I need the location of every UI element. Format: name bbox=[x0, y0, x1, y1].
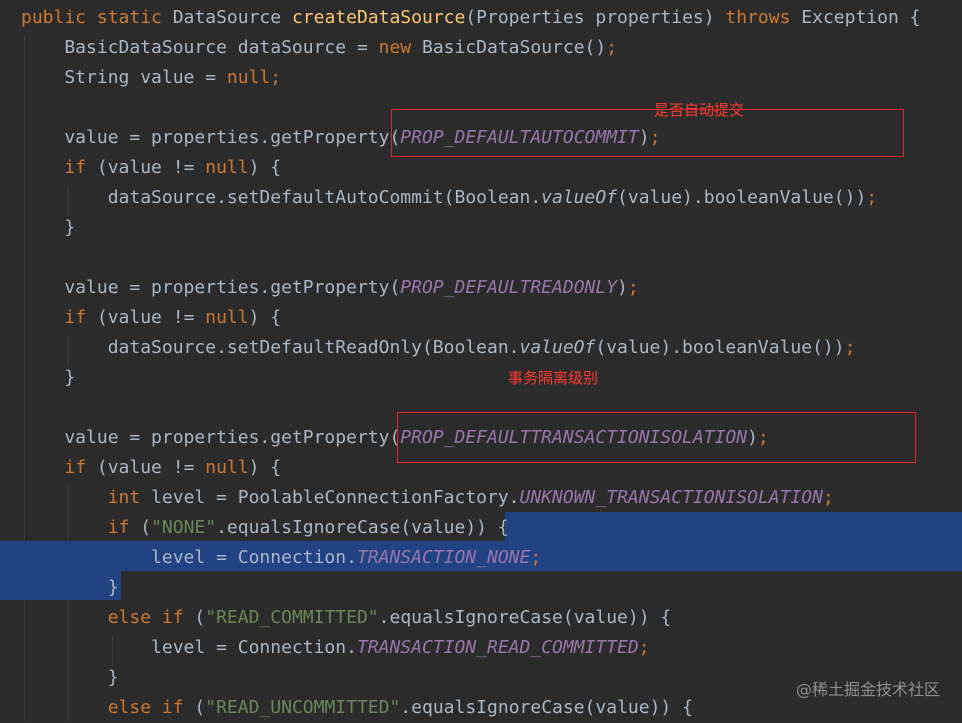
code-token: } bbox=[21, 217, 76, 238]
code-line[interactable]: if (value != null) { bbox=[0, 153, 962, 183]
code-line[interactable]: int level = PoolableConnectionFactory.UN… bbox=[0, 483, 962, 513]
watermark: @稀土掘金技术社区 bbox=[795, 680, 940, 699]
code-token: String value = bbox=[21, 67, 227, 88]
code-line[interactable]: } bbox=[0, 363, 962, 393]
code-line[interactable]: String value = null; bbox=[0, 63, 962, 93]
code-line[interactable]: dataSource.setDefaultAutoCommit(Boolean.… bbox=[0, 183, 962, 213]
code-token: DataSource bbox=[172, 7, 292, 28]
isolation-highlight-box bbox=[397, 412, 916, 463]
code-token: (value != bbox=[96, 157, 206, 178]
autocommit-highlight-box bbox=[391, 109, 904, 157]
code-token: .equalsIgnoreCase(value)) { bbox=[378, 607, 672, 628]
code-token: ) { bbox=[248, 157, 282, 178]
code-token: (value).booleanValue()) bbox=[617, 187, 867, 208]
code-token: ; bbox=[866, 187, 878, 208]
code-line[interactable]: level = Connection.TRANSACTION_READ_COMM… bbox=[0, 633, 962, 663]
code-token: (Properties properties) bbox=[465, 7, 726, 28]
code-token: ; bbox=[606, 37, 618, 58]
code-token: ; bbox=[638, 637, 650, 658]
code-line[interactable]: if ("NONE".equalsIgnoreCase(value)) { bbox=[0, 513, 962, 543]
code-token: ( bbox=[140, 517, 152, 538]
code-token: ) { bbox=[248, 307, 282, 328]
code-token: } bbox=[21, 367, 76, 388]
code-token: TRANSACTION_READ_COMMITTED bbox=[356, 637, 639, 658]
code-token: ; bbox=[627, 277, 639, 298]
code-line[interactable] bbox=[0, 243, 962, 273]
code-token: BasicDataSource dataSource = bbox=[21, 37, 379, 58]
code-token: level = PoolableConnectionFactory. bbox=[151, 487, 520, 508]
code-token: createDataSource bbox=[291, 7, 466, 28]
code-line[interactable]: if (value != null) { bbox=[0, 303, 962, 333]
code-token: dataSource.setDefaultReadOnly(Boolean. bbox=[21, 337, 520, 358]
code-line[interactable]: public static DataSource createDataSourc… bbox=[0, 3, 962, 33]
code-token: ; bbox=[530, 547, 542, 568]
code-line[interactable]: else if ("READ_COMMITTED".equalsIgnoreCa… bbox=[0, 603, 962, 633]
code-token: (value != bbox=[96, 307, 206, 328]
code-token: .equalsIgnoreCase(value)) { bbox=[216, 517, 509, 538]
code-token: (value != bbox=[96, 457, 206, 478]
code-token: null bbox=[205, 307, 249, 328]
code-token: throws bbox=[725, 7, 802, 28]
code-token: ) bbox=[617, 277, 628, 298]
code-token: if bbox=[64, 157, 97, 178]
code-token: ( bbox=[194, 697, 206, 718]
code-token: .equalsIgnoreCase(value)) { bbox=[400, 697, 693, 718]
code-line[interactable]: } bbox=[0, 573, 962, 603]
code-token: else if bbox=[107, 697, 195, 718]
code-token: (value).booleanValue()) bbox=[595, 337, 845, 358]
code-token: } bbox=[21, 577, 119, 598]
code-editor[interactable]: public static DataSource createDataSourc… bbox=[0, 0, 962, 721]
code-token: if bbox=[107, 517, 141, 538]
code-token: UNKNOWN_TRANSACTIONISOLATION bbox=[519, 487, 823, 508]
code-token: new bbox=[378, 37, 422, 58]
code-token: value = properties.getProperty( bbox=[21, 427, 401, 448]
code-token: level = Connection. bbox=[21, 547, 357, 568]
code-token: "NONE" bbox=[151, 517, 217, 538]
code-line[interactable]: dataSource.setDefaultReadOnly(Boolean.va… bbox=[0, 333, 962, 363]
code-token: else if bbox=[107, 607, 195, 628]
code-token: public static bbox=[21, 7, 173, 28]
code-token: valueOf bbox=[541, 187, 618, 208]
code-line[interactable]: level = Connection.TRANSACTION_NONE; bbox=[0, 543, 962, 573]
code-line[interactable]: } bbox=[0, 213, 962, 243]
code-token: Exception { bbox=[801, 7, 921, 28]
code-token: BasicDataSource() bbox=[421, 37, 607, 58]
code-token: value = properties.getProperty( bbox=[21, 277, 401, 298]
code-token: } bbox=[21, 667, 119, 688]
code-token: ) { bbox=[248, 457, 282, 478]
code-token: "READ_COMMITTED" bbox=[205, 607, 379, 628]
autocommit-annotation: 是否自动提交 bbox=[654, 101, 745, 119]
code-token: dataSource.setDefaultAutoCommit(Boolean. bbox=[21, 187, 542, 208]
code-token: null; bbox=[226, 67, 282, 88]
code-token: null bbox=[205, 457, 249, 478]
code-token: ( bbox=[194, 607, 206, 628]
code-token: PROP_DEFAULTREADONLY bbox=[400, 277, 618, 298]
code-token: null bbox=[205, 157, 249, 178]
code-line[interactable]: BasicDataSource dataSource = new BasicDa… bbox=[0, 33, 962, 63]
code-token: ; bbox=[844, 337, 856, 358]
code-token: TRANSACTION_NONE bbox=[356, 547, 531, 568]
code-token: ; bbox=[822, 487, 834, 508]
code-token: "READ_UNCOMMITTED" bbox=[205, 697, 401, 718]
code-line[interactable]: value = properties.getProperty(PROP_DEFA… bbox=[0, 273, 962, 303]
code-token: if bbox=[64, 457, 97, 478]
code-token: value = properties.getProperty( bbox=[21, 127, 401, 148]
code-token: valueOf bbox=[519, 337, 596, 358]
code-token: if bbox=[64, 307, 97, 328]
isolation-annotation: 事务隔离级别 bbox=[508, 369, 599, 387]
code-token: level = Connection. bbox=[21, 637, 357, 658]
code-token: int bbox=[107, 487, 152, 508]
